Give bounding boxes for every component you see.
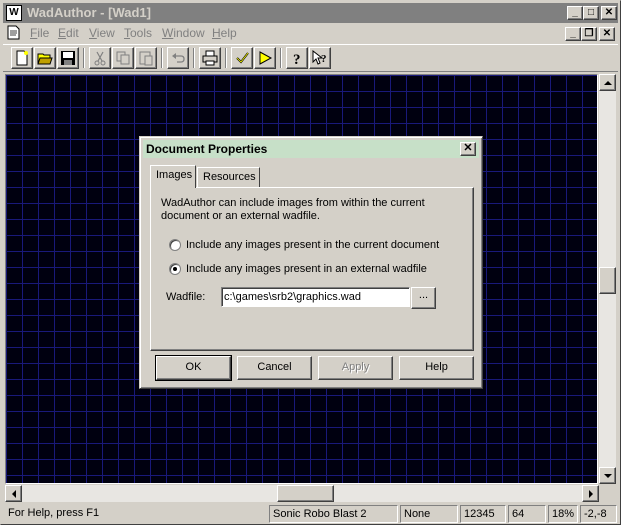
radio-current-button[interactable]: [169, 239, 181, 251]
run-icon: [259, 51, 273, 65]
dialog-title-bar[interactable]: Document Properties ✕: [143, 140, 479, 158]
dialog-title: Document Properties: [146, 142, 268, 156]
print-button[interactable]: [199, 47, 221, 69]
paste-button[interactable]: [135, 47, 157, 69]
status-zoom: 18%: [548, 505, 578, 523]
scroll-down-button[interactable]: [599, 467, 616, 484]
app-window: W WadAuthor - [Wad1] _ □ ✕ File Edit Vie…: [0, 0, 621, 525]
cancel-button[interactable]: Cancel: [237, 356, 312, 380]
status-grid: 64: [508, 505, 546, 523]
menu-bar: File Edit View Tools Window Help _ ❐ ✕: [3, 23, 618, 43]
scroll-right-button[interactable]: [582, 485, 599, 502]
open-button[interactable]: [34, 47, 56, 69]
tab-resources[interactable]: Resources: [197, 167, 260, 187]
dialog-close-button[interactable]: ✕: [460, 142, 476, 156]
horizontal-scrollbar[interactable]: [5, 485, 599, 502]
menu-view[interactable]: View: [89, 26, 115, 40]
radio-current-document[interactable]: Include any images present in the curren…: [169, 239, 439, 251]
title-bar[interactable]: W WadAuthor - [Wad1] _ □ ✕: [3, 3, 618, 23]
arrow-up-icon: [603, 80, 612, 85]
apply-button[interactable]: Apply: [318, 356, 393, 380]
svg-text:?: ?: [293, 52, 301, 66]
cut-icon: [94, 51, 106, 66]
description-text: WadAuthor can include images from within…: [161, 197, 441, 223]
status-bar: For Help, press F1 Sonic Robo Blast 2 No…: [3, 504, 618, 523]
menu-window[interactable]: Window: [162, 26, 205, 40]
undo-button[interactable]: [167, 47, 189, 69]
radio-external-button[interactable]: [169, 263, 181, 275]
menu-help[interactable]: Help: [212, 26, 237, 40]
print-icon: [202, 50, 218, 66]
arrow-left-icon: [11, 489, 16, 498]
scroll-up-button[interactable]: [599, 74, 616, 91]
save-button[interactable]: [57, 47, 79, 69]
window-title: WadAuthor - [Wad1]: [27, 5, 151, 20]
new-icon: [16, 50, 28, 66]
ok-button[interactable]: OK: [155, 355, 232, 381]
run-button[interactable]: [254, 47, 276, 69]
check-icon: [236, 52, 249, 64]
dialog-help-button[interactable]: Help: [399, 356, 474, 380]
description-line-1: WadAuthor can include images from within…: [161, 197, 425, 209]
copy-icon: [116, 51, 130, 65]
help-icon: ?: [293, 52, 301, 66]
cut-button[interactable]: [89, 47, 111, 69]
paste-icon: [139, 51, 153, 66]
mdi-close-button[interactable]: ✕: [599, 27, 615, 41]
minimize-button[interactable]: _: [567, 6, 583, 20]
browse-button[interactable]: ...: [411, 287, 436, 309]
app-icon[interactable]: W: [6, 5, 22, 21]
close-button[interactable]: ✕: [601, 6, 617, 20]
vertical-scroll-thumb[interactable]: [599, 267, 616, 294]
mdi-restore-button[interactable]: ❐: [581, 27, 597, 41]
copy-button[interactable]: [112, 47, 134, 69]
maximize-button[interactable]: □: [583, 6, 599, 20]
document-icon[interactable]: [7, 25, 21, 40]
wadfile-input[interactable]: [221, 287, 410, 307]
status-mode: None: [400, 505, 458, 523]
menu-file[interactable]: File: [30, 26, 49, 40]
radio-current-label: Include any images present in the curren…: [186, 239, 440, 251]
context-help-icon: ?: [312, 50, 327, 65]
check-button[interactable]: [231, 47, 253, 69]
help-button[interactable]: ?: [286, 47, 308, 69]
radio-external-wadfile[interactable]: Include any images present in an externa…: [169, 263, 427, 275]
scroll-left-button[interactable]: [5, 485, 22, 502]
status-field1: 12345: [460, 505, 506, 523]
images-tab-panel: WadAuthor can include images from within…: [150, 187, 474, 351]
description-line-2: document or an external wadfile.: [161, 210, 320, 222]
vertical-scrollbar[interactable]: [599, 74, 616, 484]
status-coords: -2,-8: [580, 505, 617, 523]
mdi-minimize-button[interactable]: _: [565, 27, 581, 41]
open-icon: [37, 53, 53, 65]
menu-edit[interactable]: Edit: [58, 26, 79, 40]
toolbar: ? ?: [3, 44, 618, 72]
arrow-down-icon: [603, 473, 612, 478]
context-help-button[interactable]: ?: [309, 47, 331, 69]
menu-tools[interactable]: Tools: [124, 26, 152, 40]
save-icon: [61, 51, 75, 65]
svg-text:?: ?: [321, 53, 327, 65]
document-properties-dialog: Document Properties ✕ Images Resources W…: [139, 136, 483, 389]
tab-images[interactable]: Images: [150, 165, 196, 188]
status-message: For Help, press F1: [8, 507, 100, 519]
undo-icon: [172, 53, 185, 63]
radio-external-label: Include any images present in an externa…: [186, 263, 427, 275]
arrow-right-icon: [588, 489, 593, 498]
status-game: Sonic Robo Blast 2: [269, 505, 398, 523]
wadfile-label: Wadfile:: [166, 291, 206, 303]
new-button[interactable]: [11, 47, 33, 69]
horizontal-scroll-thumb[interactable]: [277, 485, 334, 502]
